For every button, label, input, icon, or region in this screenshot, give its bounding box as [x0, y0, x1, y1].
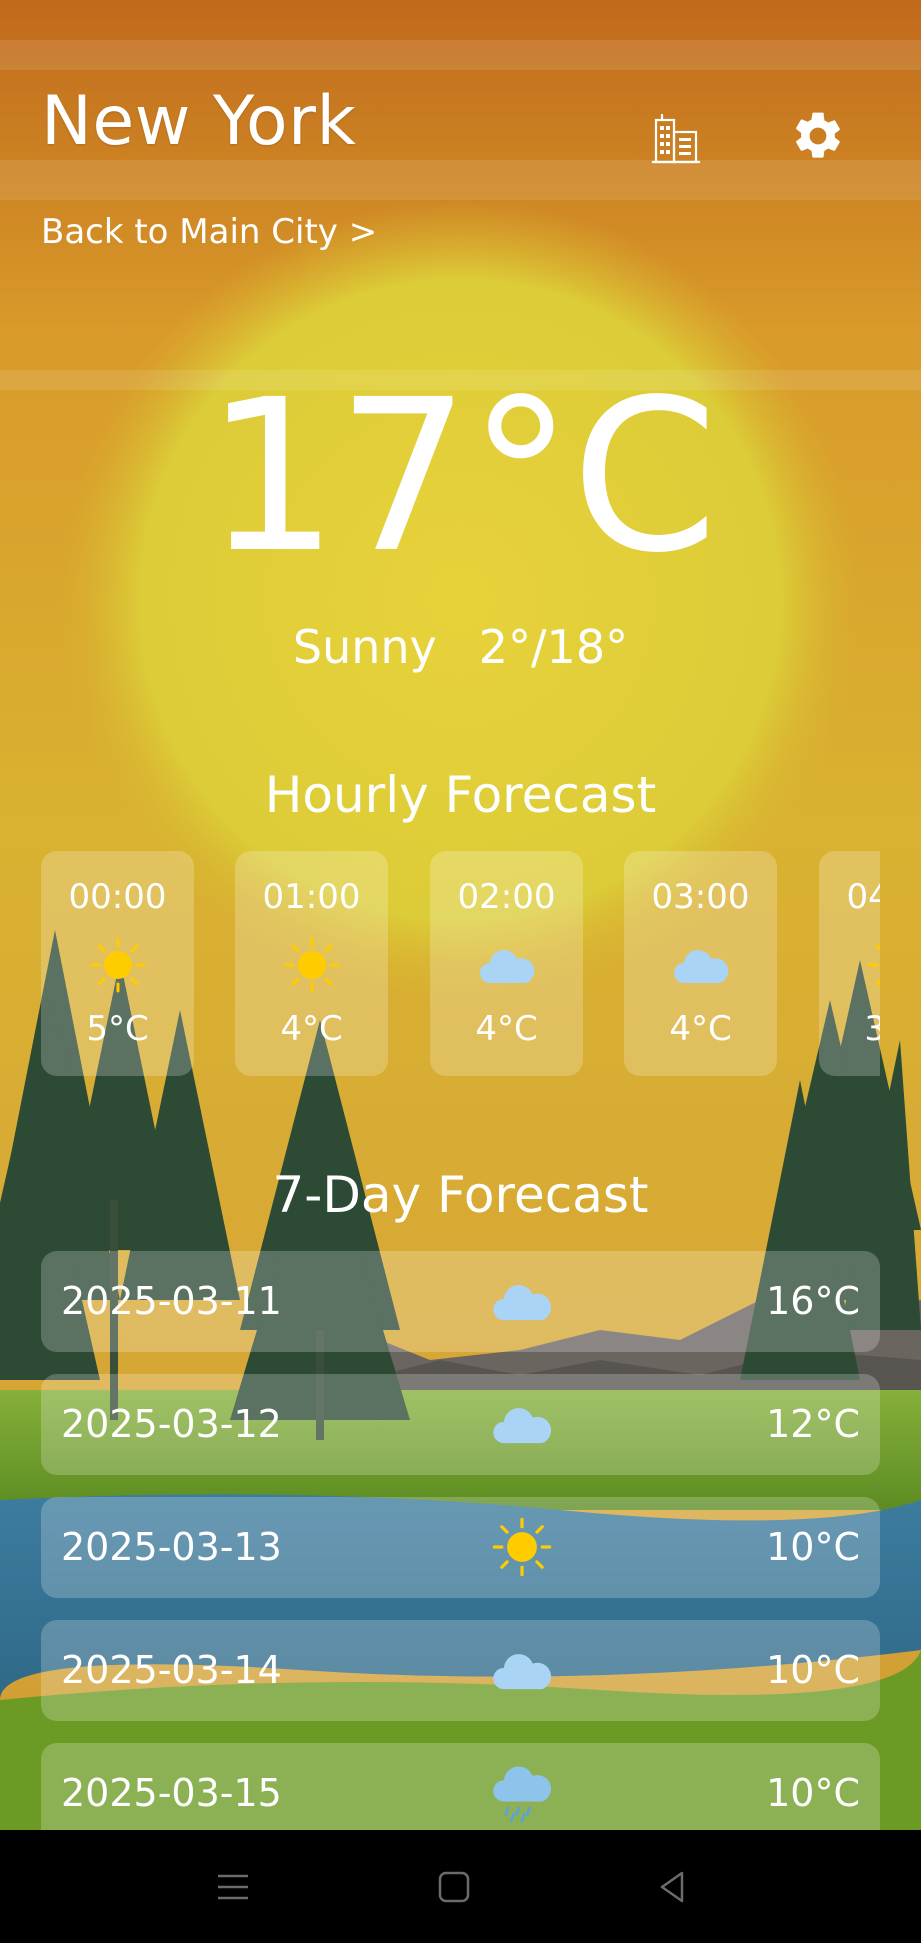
city-building-icon[interactable]: [650, 110, 702, 166]
hourly-temperature: 4°C: [475, 1009, 538, 1049]
cloud-icon: [670, 937, 732, 993]
sun-icon: [281, 937, 343, 993]
hourly-card[interactable]: 01:00 4°C: [235, 851, 388, 1076]
hourly-forecast-title: Hourly Forecast: [264, 766, 657, 824]
daily-date: 2025-03-11: [61, 1279, 282, 1323]
gear-icon[interactable]: [790, 108, 846, 164]
hourly-temperature: 4°C: [669, 1009, 732, 1049]
weekly-forecast-title: 7-Day Forecast: [272, 1166, 649, 1224]
hourly-time: 00:00: [68, 877, 167, 917]
daily-date: 2025-03-13: [61, 1525, 282, 1569]
back-triangle-icon[interactable]: [650, 1864, 696, 1910]
hourly-card[interactable]: 04:00 3°C: [819, 851, 880, 1076]
hourly-time: 04:00: [846, 877, 881, 917]
hourly-card[interactable]: 00:00 5°C: [41, 851, 194, 1076]
cloud-icon: [476, 937, 538, 993]
hourly-time: 03:00: [651, 877, 750, 917]
daily-forecast-row[interactable]: 2025-03-13 10°C: [41, 1497, 880, 1598]
hourly-forecast-list[interactable]: 00:00 5°C 01:00 4°C 02:00 4°C 03:00 4°C …: [41, 851, 880, 1076]
current-temperature: 17°C: [205, 354, 718, 599]
system-navigation-bar: [0, 1830, 921, 1943]
city-name: New York: [41, 82, 357, 161]
cloud-icon: [489, 1640, 555, 1700]
daily-date: 2025-03-14: [61, 1648, 282, 1692]
sun-icon: [865, 937, 880, 993]
hourly-time: 02:00: [457, 877, 556, 917]
cloud-icon: [489, 1394, 555, 1454]
home-square-icon[interactable]: [431, 1864, 477, 1910]
menu-icon[interactable]: [210, 1864, 256, 1910]
hourly-temperature: 5°C: [86, 1009, 149, 1049]
cloud-icon: [489, 1271, 555, 1331]
daily-forecast-row[interactable]: 2025-03-11 16°C: [41, 1251, 880, 1352]
current-condition: Sunny: [292, 620, 437, 674]
hourly-card[interactable]: 02:00 4°C: [430, 851, 583, 1076]
daily-temperature: 16°C: [766, 1279, 860, 1323]
hourly-time: 01:00: [262, 877, 361, 917]
temperature-range: 2°/18°: [478, 620, 629, 674]
daily-temperature: 12°C: [766, 1402, 860, 1446]
daily-date: 2025-03-12: [61, 1402, 282, 1446]
daily-temperature: 10°C: [766, 1648, 860, 1692]
hourly-temperature: 3°C: [864, 1009, 880, 1049]
hourly-temperature: 4°C: [280, 1009, 343, 1049]
sun-icon: [87, 937, 149, 993]
rain-cloud-icon: [489, 1763, 555, 1823]
daily-temperature: 10°C: [766, 1525, 860, 1569]
daily-forecast-row[interactable]: 2025-03-14 10°C: [41, 1620, 880, 1721]
daily-temperature: 10°C: [766, 1771, 860, 1815]
daily-date: 2025-03-15: [61, 1771, 282, 1815]
sun-icon: [489, 1517, 555, 1577]
hourly-card[interactable]: 03:00 4°C: [624, 851, 777, 1076]
current-condition-row: Sunny 2°/18°: [0, 620, 921, 674]
daily-forecast-row[interactable]: 2025-03-15 10°C: [41, 1743, 880, 1830]
back-to-main-city-link[interactable]: Back to Main City >: [41, 212, 377, 252]
daily-forecast-row[interactable]: 2025-03-12 12°C: [41, 1374, 880, 1475]
